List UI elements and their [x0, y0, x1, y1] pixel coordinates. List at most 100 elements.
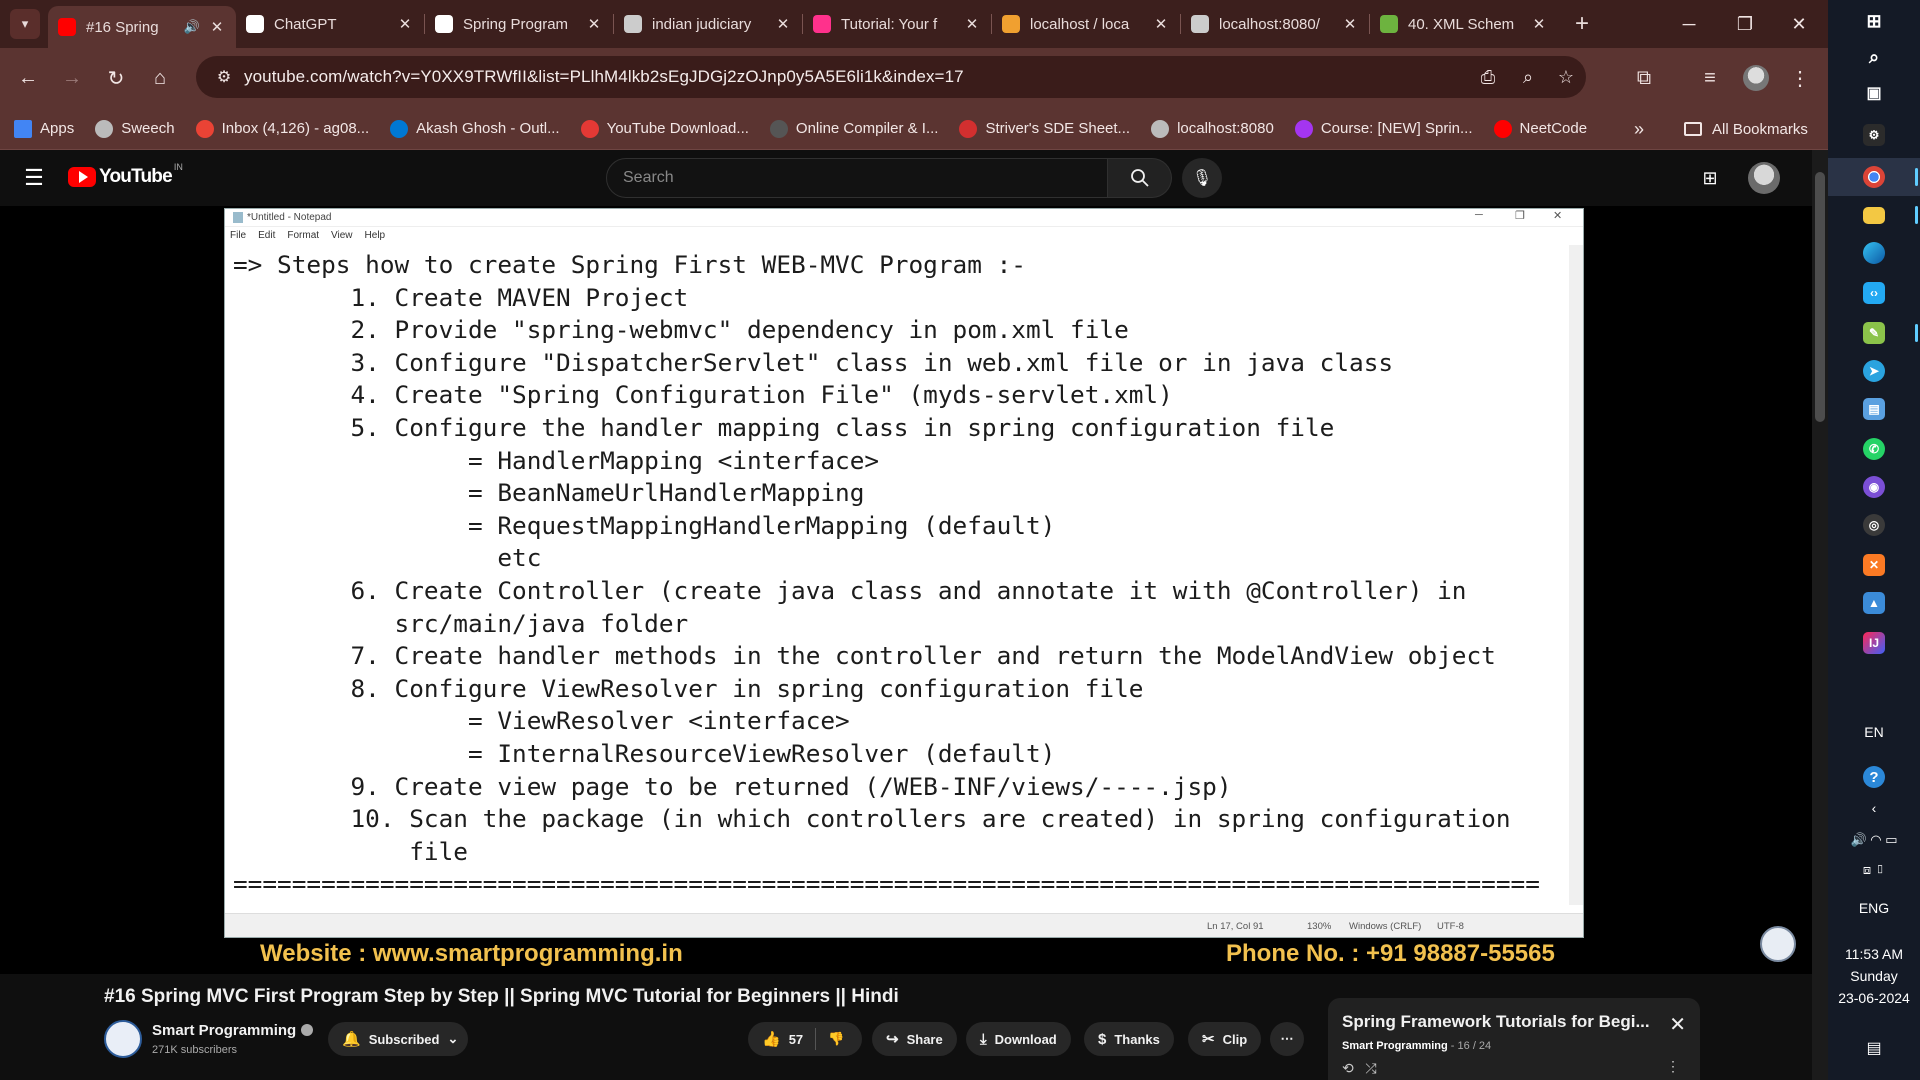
subscribed-button[interactable]: 🔔 Subscribed ⌄ [328, 1022, 468, 1056]
browser-tab[interactable]: Tutorial: Your f ✕ [803, 4, 991, 44]
language-indicator[interactable]: EN [1828, 724, 1920, 740]
download-button[interactable]: ⤓ Download [966, 1022, 1071, 1056]
taskbar-app-settings[interactable]: ⚙ [1828, 116, 1920, 154]
taskbar-app-explorer[interactable] [1828, 196, 1920, 234]
taskbar-app-files[interactable]: ▤ [1828, 390, 1920, 428]
bookmark-item[interactable]: Akash Ghosh - Outl... [390, 119, 560, 138]
taskbar-app-github[interactable]: ◉ [1828, 468, 1920, 506]
help-button[interactable]: ? [1828, 758, 1920, 796]
back-button[interactable]: ← [6, 56, 50, 100]
all-bookmarks-button[interactable]: All Bookmarks [1684, 108, 1808, 150]
media-control-icon[interactable]: ≡ [1690, 56, 1730, 100]
battery-icon[interactable]: ▭ [1885, 832, 1897, 847]
account-avatar[interactable] [1748, 162, 1780, 194]
reload-button[interactable]: ↻ [94, 56, 138, 100]
restore-button[interactable]: ❐ [1716, 0, 1774, 48]
close-tab-icon[interactable]: ✕ [396, 15, 414, 33]
channel-watermark[interactable] [1760, 926, 1796, 962]
taskbar-app-whatsapp[interactable]: ✆ [1828, 430, 1920, 468]
bookmark-item[interactable]: Striver's SDE Sheet... [959, 119, 1130, 138]
url-text[interactable]: youtube.com/watch?v=Y0XX9TRWfII&list=PLl… [244, 67, 964, 87]
bookmark-item[interactable]: Sweech [95, 119, 175, 138]
tray-icons-row2[interactable]: ⧈ ▯ [1828, 862, 1920, 878]
bookmark-item[interactable]: NeetCode [1493, 119, 1587, 138]
wifi-icon[interactable]: ◠ [1870, 832, 1881, 847]
page-scrollbar-thumb[interactable] [1815, 172, 1825, 422]
taskbar-app-chrome[interactable] [1828, 158, 1920, 196]
loop-icon[interactable]: ⟲ [1342, 1060, 1354, 1076]
close-tab-icon[interactable]: ✕ [1530, 15, 1548, 33]
taskbar-app-vscode[interactable]: ‹› [1828, 274, 1920, 312]
profile-avatar[interactable] [1736, 56, 1776, 100]
like-count[interactable]: 57 [789, 1032, 803, 1047]
taskbar-app-telegram[interactable]: ➤ [1828, 352, 1920, 390]
channel-name-text[interactable]: Smart Programming [152, 1022, 296, 1039]
close-tab-icon[interactable]: ✕ [585, 15, 603, 33]
bookmark-item[interactable]: localhost:8080 [1151, 119, 1274, 138]
browser-tab[interactable]: indian judiciary ✕ [614, 4, 802, 44]
taskbar-app-intellij[interactable]: IJ [1828, 624, 1920, 662]
taskbar-search[interactable]: ⌕ [1828, 38, 1920, 76]
bookmark-item[interactable]: Online Compiler & I... [769, 119, 938, 138]
minimize-button[interactable]: ─ [1660, 0, 1718, 48]
more-bookmarks-icon[interactable]: » [1624, 108, 1654, 150]
volume-icon[interactable]: 🔊 [1850, 832, 1866, 847]
usb-icon[interactable]: ▯ [1875, 862, 1885, 877]
bookmark-item[interactable]: Apps [14, 119, 74, 138]
tab-search-button[interactable]: ▾ [10, 9, 40, 39]
task-view[interactable]: ▣ [1828, 74, 1920, 112]
menu-icon[interactable]: ☰ [20, 164, 48, 192]
more-actions-button[interactable]: ⋯ [1270, 1022, 1304, 1056]
install-app-icon[interactable]: ⎙ [1468, 56, 1508, 98]
bookmark-item[interactable]: Course: [NEW] Sprin... [1294, 119, 1473, 138]
channel-avatar[interactable] [104, 1020, 142, 1058]
channel-name[interactable]: Smart Programming [152, 1022, 314, 1039]
new-tab-button[interactable]: + [1566, 8, 1598, 40]
search-button[interactable] [1108, 158, 1172, 198]
close-tab-icon[interactable]: ✕ [1152, 15, 1170, 33]
browser-tab[interactable]: ChatGPT ✕ [236, 4, 424, 44]
taskbar-app-obs[interactable]: ◎ [1828, 506, 1920, 544]
browser-tab[interactable]: localhost / loca ✕ [992, 4, 1180, 44]
taskbar-app-edge[interactable] [1828, 234, 1920, 272]
browser-tab[interactable]: 40. XML Schem ✕ [1370, 4, 1558, 44]
dislike-icon[interactable]: 👎 [828, 1031, 844, 1047]
start-button[interactable]: ⊞ [1828, 2, 1920, 40]
address-bar[interactable]: ⚙ youtube.com/watch?v=Y0XX9TRWfII&list=P… [196, 56, 1586, 98]
system-tray-icons[interactable]: 🔊 ◠ ▭ [1828, 832, 1920, 848]
bookmark-star-icon[interactable]: ☆ [1546, 56, 1586, 98]
close-tab-icon[interactable]: ✕ [774, 15, 792, 33]
taskbar-app-xampp[interactable]: ✕ [1828, 546, 1920, 584]
share-button[interactable]: ↪ Share [872, 1022, 957, 1056]
create-video-icon[interactable]: ⊞ [1694, 162, 1726, 194]
taskbar-app-photos[interactable]: ▲ [1828, 584, 1920, 622]
close-tab-icon[interactable]: ✕ [963, 15, 981, 33]
search-input[interactable]: Search [606, 158, 1108, 198]
clip-button[interactable]: ✂ Clip [1188, 1022, 1262, 1056]
close-tab-icon[interactable]: ✕ [1341, 15, 1359, 33]
input-method[interactable]: ENG [1828, 900, 1920, 916]
browser-tab[interactable]: #16 Spring 🔊 ✕ [48, 6, 236, 48]
bookmark-item[interactable]: Inbox (4,126) - ag08... [195, 119, 369, 138]
home-button[interactable]: ⌂ [138, 56, 182, 100]
close-window-button[interactable]: ✕ [1770, 0, 1828, 48]
screen-icon[interactable]: ⧈ [1863, 862, 1871, 877]
page-scrollbar[interactable] [1812, 150, 1828, 1080]
browser-menu-icon[interactable]: ⋮ [1780, 56, 1820, 100]
site-info-icon[interactable]: ⚙ [204, 67, 244, 87]
show-hidden-icons[interactable]: ‹ [1828, 800, 1920, 816]
browser-tab[interactable]: localhost:8080/ ✕ [1181, 4, 1369, 44]
close-playlist-icon[interactable]: ✕ [1669, 1012, 1686, 1037]
browser-tab[interactable]: Spring Program ✕ [425, 4, 613, 44]
thanks-button[interactable]: $ Thanks [1084, 1022, 1174, 1056]
clock-date[interactable]: 23-06-2024 [1828, 988, 1920, 1009]
zoom-icon[interactable]: ⌕ [1508, 56, 1548, 98]
bookmark-item[interactable]: YouTube Download... [580, 119, 749, 138]
playlist-title[interactable]: Spring Framework Tutorials for Begi... [1342, 1012, 1652, 1032]
clock-time[interactable]: 11:53 AM [1828, 944, 1920, 965]
extensions-icon[interactable]: ⧉ [1624, 56, 1664, 100]
notifications-icon[interactable]: ▤ [1828, 1038, 1920, 1058]
like-icon[interactable]: 👍 [762, 1030, 781, 1048]
youtube-logo[interactable]: YouTube IN [68, 162, 183, 188]
shuffle-icon[interactable]: ⤮ [1365, 1060, 1376, 1076]
